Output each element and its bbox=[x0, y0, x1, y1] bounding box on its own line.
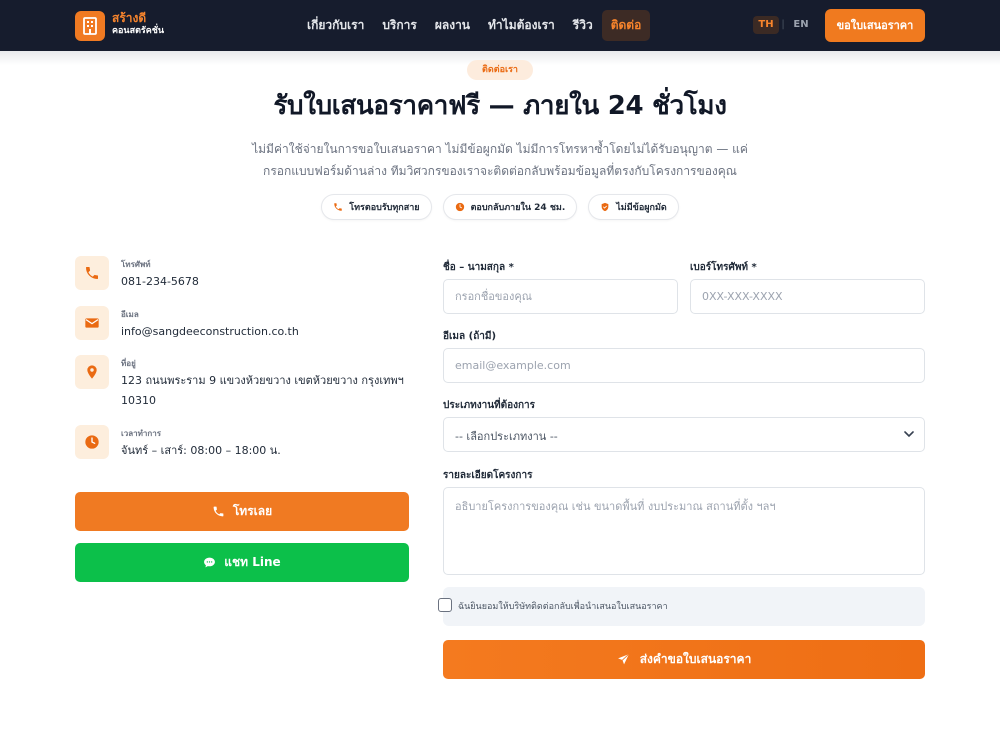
chevron-down-icon bbox=[904, 431, 914, 438]
request-quote-button[interactable]: ขอใบเสนอราคา bbox=[825, 9, 925, 42]
call-now-label: โทรเลย bbox=[232, 504, 273, 518]
contact-label: อีเมล bbox=[121, 310, 139, 319]
line-chat-button[interactable]: แชท Line bbox=[75, 543, 409, 582]
details-label: รายละเอียดโครงการ bbox=[443, 470, 533, 481]
nav-item-about[interactable]: เกี่ยวกับเรา bbox=[298, 10, 373, 41]
brand-name: สร้างดี bbox=[112, 11, 147, 25]
feature-pills: โทรตอบรับทุกสาย ตอบกลับภายใน 24 ชม. ไม่ม… bbox=[0, 194, 1000, 220]
map-pin-icon bbox=[75, 355, 109, 389]
phone-icon bbox=[213, 506, 224, 517]
phone-label: เบอร์โทรศัพท์ * bbox=[690, 262, 757, 273]
email-label: อีเมล (ถ้ามี) bbox=[443, 331, 497, 342]
mail-icon bbox=[75, 306, 109, 340]
building-icon[interactable] bbox=[75, 11, 105, 41]
contact-email: อีเมล info@sangdeeconstruction.co.th bbox=[75, 306, 415, 346]
project-type-label: ประเภทงานที่ต้องการ bbox=[443, 400, 536, 411]
project-type-selected: -- เลือกประเภทงาน -- bbox=[455, 430, 558, 443]
clock-icon bbox=[75, 425, 109, 459]
contact-email-value[interactable]: info@sangdeeconstruction.co.th bbox=[121, 322, 411, 342]
pill-label: ไม่มีข้อผูกมัด bbox=[616, 203, 667, 213]
contact-label: ที่อยู่ bbox=[121, 359, 136, 368]
submit-quote-button[interactable]: ส่งคำขอใบเสนอราคา bbox=[443, 640, 925, 679]
pill-no-commitment: ไม่มีข้อผูกมัด bbox=[588, 194, 679, 220]
nav-item-contact[interactable]: ติดต่อ bbox=[601, 10, 651, 41]
consent-row: ฉันยินยอมให้บริษัทติดต่อกลับเพื่อนำเสนอใ… bbox=[438, 587, 925, 626]
contact-hours-value: จันทร์ – เสาร์: 08:00 – 18:00 น. bbox=[121, 444, 281, 457]
lang-th-button[interactable]: TH bbox=[753, 16, 779, 34]
name-input[interactable] bbox=[443, 279, 678, 314]
nav-item-portfolio[interactable]: ผลงาน bbox=[426, 10, 479, 41]
submit-label: ส่งคำขอใบเสนอราคา bbox=[639, 652, 752, 666]
top-navbar: สร้างดี คอนสตรัคชั่น เกี่ยวกับเรา บริการ… bbox=[0, 0, 1000, 51]
nav-item-services[interactable]: บริการ bbox=[373, 10, 426, 41]
chat-bubble-icon bbox=[204, 557, 216, 568]
phone-icon bbox=[75, 256, 109, 290]
page-subtitle: ไม่มีค่าใช้จ่ายในการขอใบเสนอราคา ไม่มีข้… bbox=[252, 142, 748, 178]
brand-tagline: คอนสตรัคชั่น bbox=[112, 26, 165, 36]
contact-address-value: 123 ถนนพระราม 9 แขวงห้วยขวาง เขตห้วยขวาง… bbox=[121, 374, 404, 407]
phone-input[interactable] bbox=[690, 279, 925, 314]
call-now-button[interactable]: โทรเลย bbox=[75, 492, 409, 531]
contact-label: เวลาทำการ bbox=[121, 429, 162, 438]
email-input[interactable] bbox=[443, 348, 925, 383]
contact-address: ที่อยู่ 123 ถนนพระราม 9 แขวงห้วยขวาง เขต… bbox=[75, 355, 415, 411]
send-icon bbox=[617, 653, 629, 665]
contact-phone: โทรศัพท์ 081-234-5678 bbox=[75, 256, 415, 296]
lang-separator: | bbox=[781, 19, 785, 30]
nav-item-why-us[interactable]: ทำไมต้องเรา bbox=[479, 10, 564, 41]
lang-en-button[interactable]: EN bbox=[788, 16, 814, 34]
page-title: รับใบเสนอราคาฟรี — ภายใน 24 ชั่วโมง bbox=[273, 91, 727, 121]
pill-phone: โทรตอบรับทุกสาย bbox=[321, 194, 432, 220]
pill-label: ตอบกลับภายใน 24 ชม. bbox=[470, 203, 566, 213]
phone-icon bbox=[334, 203, 343, 211]
pill-response-time: ตอบกลับภายใน 24 ชม. bbox=[442, 194, 578, 220]
section-eyebrow: ติดต่อเรา bbox=[467, 60, 533, 80]
shield-icon bbox=[601, 202, 609, 212]
brand[interactable]: สร้างดี คอนสตรัคชั่น bbox=[112, 11, 164, 37]
project-type-select[interactable]: -- เลือกประเภทงาน -- bbox=[443, 417, 925, 452]
details-textarea[interactable] bbox=[443, 487, 925, 575]
line-chat-label: แชท Line bbox=[224, 555, 281, 569]
pill-label: โทรตอบรับทุกสาย bbox=[349, 203, 420, 213]
contact-hours: เวลาทำการ จันทร์ – เสาร์: 08:00 – 18:00 … bbox=[75, 425, 415, 465]
contact-label: โทรศัพท์ bbox=[121, 260, 151, 269]
main-menu: เกี่ยวกับเรา บริการ ผลงาน ทำไมต้องเรา รี… bbox=[298, 10, 651, 41]
nav-item-reviews[interactable]: รีวิว bbox=[564, 10, 602, 41]
consent-checkbox[interactable] bbox=[438, 598, 452, 612]
clock-icon bbox=[455, 202, 464, 212]
contact-phone-value[interactable]: 081-234-5678 bbox=[121, 272, 411, 292]
consent-text: ฉันยินยอมให้บริษัทติดต่อกลับเพื่อนำเสนอใ… bbox=[458, 602, 668, 612]
name-label: ชื่อ – นามสกุล * bbox=[443, 262, 514, 273]
